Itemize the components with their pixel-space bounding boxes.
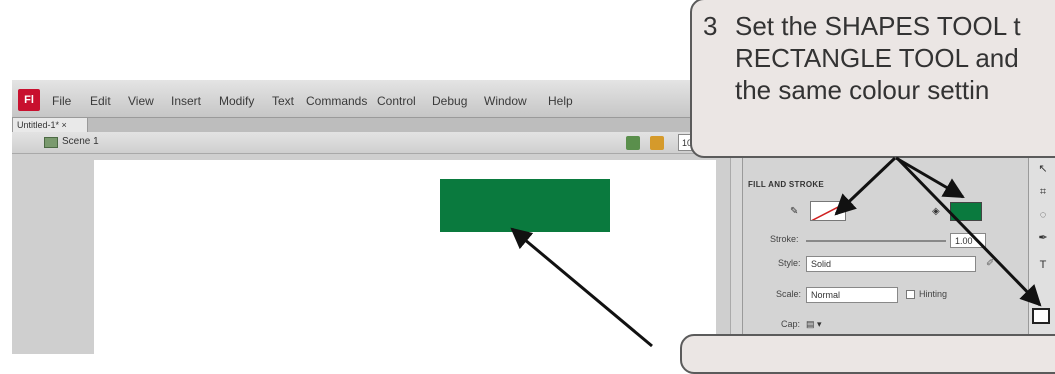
callout-line-2: RECTANGLE TOOL and [735, 43, 1019, 73]
menu-window[interactable]: Window [484, 94, 527, 108]
fill-color-swatch[interactable] [950, 202, 982, 221]
rectangle-tool-icon[interactable] [1032, 308, 1050, 324]
pen-icon[interactable]: ✒ [1036, 231, 1050, 245]
second-callout [680, 334, 1055, 374]
lasso-icon[interactable]: ◌ [1036, 208, 1050, 222]
flash-logo: Fl [18, 89, 40, 111]
free-transform-icon[interactable]: ⌗ [1036, 185, 1050, 199]
paint-bucket-icon: ◈ [932, 206, 940, 217]
stroke-value-input[interactable]: 1.00 [950, 233, 986, 248]
menu-text[interactable]: Text [272, 94, 294, 108]
selection-icon[interactable]: ↖ [1036, 162, 1050, 176]
edit-bar [12, 132, 730, 154]
tools-panel [1028, 154, 1055, 354]
menu-debug[interactable]: Debug [432, 94, 467, 108]
green-rectangle[interactable] [440, 179, 610, 232]
edit-stroke-style-icon[interactable]: ✐ [986, 258, 994, 269]
menu-modify[interactable]: Modify [219, 94, 254, 108]
menu-help[interactable]: Help [548, 94, 573, 108]
stroke-label: Stroke: [770, 234, 799, 244]
style-label: Style: [778, 258, 801, 268]
callout-line-1: Set the SHAPES TOOL t [735, 11, 1021, 41]
hinting-checkbox[interactable] [906, 290, 915, 299]
scene-icon [44, 137, 58, 148]
fill-and-stroke-header[interactable]: FILL AND STROKE [748, 180, 824, 189]
menu-edit[interactable]: Edit [90, 94, 111, 108]
stage-scrollbar[interactable] [730, 154, 742, 354]
no-color-slash-icon [811, 202, 845, 220]
stroke-slider[interactable] [806, 240, 946, 242]
scene-label[interactable]: Scene 1 [62, 136, 99, 147]
menu-control[interactable]: Control [377, 94, 416, 108]
cap-label: Cap: [781, 319, 801, 329]
text-icon[interactable]: T [1036, 258, 1050, 272]
hinting-label: Hinting [919, 289, 948, 299]
menu-insert[interactable]: Insert [171, 94, 201, 108]
menu-commands[interactable]: Commands [306, 94, 367, 108]
scale-select[interactable]: Normal [806, 287, 898, 303]
stroke-color-swatch[interactable] [810, 201, 846, 221]
edit-scene-icon[interactable] [626, 136, 640, 150]
callout-line-3: the same colour settin [735, 75, 990, 105]
pencil-icon: ✎ [790, 206, 799, 217]
menu-file[interactable]: File [52, 94, 71, 108]
stage[interactable] [94, 160, 716, 354]
step-number: 3 [703, 11, 718, 41]
style-select[interactable]: Solid [806, 256, 976, 272]
menu-view[interactable]: View [128, 94, 154, 108]
cap-select[interactable]: ▤ ▾ [806, 319, 822, 330]
edit-symbols-icon[interactable] [650, 136, 664, 150]
scale-label: Scale: [776, 289, 802, 299]
document-tab[interactable]: Untitled-1* × [12, 117, 88, 132]
